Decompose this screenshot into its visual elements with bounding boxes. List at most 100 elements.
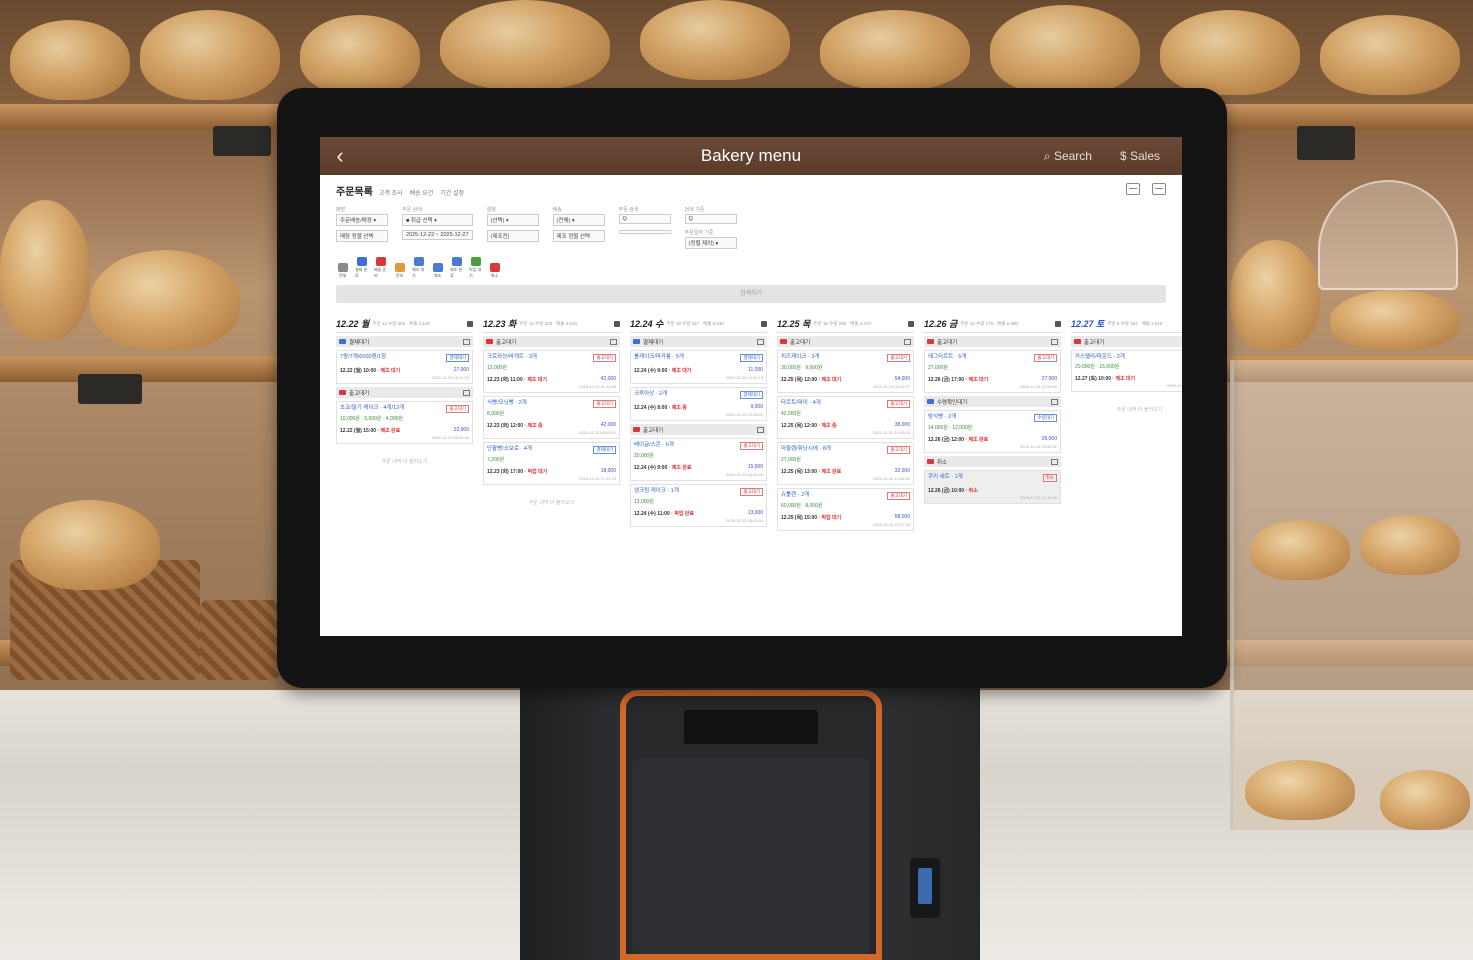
order-status-badge[interactable]: 출고대기 <box>740 488 763 496</box>
order-card[interactable]: 에그타르트 · 6개 출고대기 27,000원 12.26 (금) 17:00 · 제… <box>924 350 1061 393</box>
collapse-icon[interactable] <box>610 338 617 345</box>
order-card[interactable]: 단팥빵/소보로 · 4개 결제대기 7,200원 12.23 (화) 17:00 · … <box>483 442 620 485</box>
filter-select[interactable]: (전체) ▾ <box>552 214 605 226</box>
order-card[interactable]: 크루아상 · 2개 결제대기 12.24 (수) 8:00 · 제조 중 9,000 2… <box>630 387 767 421</box>
status-filter[interactable]: 제조 대기 <box>412 257 425 279</box>
filter-select[interactable]: (선택) ▾ <box>486 214 539 226</box>
print-icon[interactable] <box>761 320 767 327</box>
order-card[interactable]: 치즈케이크 · 3개 출고대기 30,000원 · 9,000원 12.25 (목) … <box>777 350 914 393</box>
day-date: 12.24 수 <box>630 319 664 329</box>
order-card[interactable]: 카스텔라/파운드 · 2개 20,000원 · 15,000원 12.27 (토) … <box>1071 350 1182 393</box>
order-card[interactable]: 생크림 케이크 · 1개 출고대기 13,000원 12.24 (수) 11:00 ·… <box>630 484 767 527</box>
filter-select[interactable]: 제조 정렬 선택 <box>552 230 605 242</box>
order-status-badge[interactable]: 출고대기 <box>887 354 910 362</box>
subtab[interactable]: 고객 조사 <box>379 188 403 197</box>
layout-icon[interactable] <box>1152 183 1166 195</box>
filter-select[interactable]: ■ 취급 선택 ▾ <box>402 214 473 226</box>
filter-select[interactable]: Q <box>684 214 737 224</box>
order-amount: 42,000 <box>600 422 616 428</box>
status-group-header[interactable]: 결제대기 <box>336 336 473 347</box>
order-status-badge[interactable]: 출고대기 <box>593 354 616 362</box>
order-status-badge[interactable]: 출고대기 <box>740 442 763 450</box>
status-filter[interactable]: 전체 <box>336 263 349 279</box>
order-card[interactable]: 식빵/모닝빵 · 2개 출고대기 8,000원 12.23 (화) 12:00 · 제… <box>483 396 620 439</box>
collapse-icon[interactable] <box>757 426 764 433</box>
collapse-icon[interactable] <box>757 338 764 345</box>
filter-select[interactable]: (정렬 제외) ▾ <box>684 237 737 249</box>
status-filter[interactable]: 준비 <box>393 263 406 279</box>
order-card[interactable]: 밤식빵 · 2개 수령대기 14,000원 · 12,000원 12.26 (금) 1… <box>924 410 1061 453</box>
back-button[interactable]: ‹ <box>320 143 360 169</box>
subtab[interactable]: 배송 요건 <box>410 188 434 197</box>
order-card[interactable]: 마들렌/휘낭시에 · 8개 출고대기 27,000원 12.25 (목) 13:00 … <box>777 442 914 485</box>
search-strip[interactable]: 검색하기 <box>336 285 1166 303</box>
status-group-header[interactable]: 수령확인대기 <box>924 396 1061 407</box>
status-filter[interactable]: 제조 <box>431 263 444 279</box>
filter-select[interactable]: 주문배송/매장 ▾ <box>336 214 388 226</box>
collapse-icon[interactable] <box>904 338 911 345</box>
filter-select[interactable] <box>618 230 671 234</box>
status-group-header[interactable]: 출고대기 <box>630 424 767 435</box>
status-filter[interactable]: 배송 준비 <box>374 257 387 279</box>
order-card[interactable]: 타르트/파이 · 4개 출고대기 42,000원 12.25 (목) 12:00 · … <box>777 396 914 439</box>
order-card[interactable]: 슈톨렌 · 2개 출고대기 60,000원 · 8,000원 12.25 (목) 15… <box>777 488 914 531</box>
order-status-badge[interactable]: 수령대기 <box>1034 414 1057 422</box>
order-card[interactable]: 롤케이크/마카롱 · 5개 결제대기 12.24 (수) 9:00 · 제조 대기 1… <box>630 350 767 384</box>
load-more-link[interactable]: 주문 내역 더 불러오기 <box>483 499 620 506</box>
status-group-header[interactable]: 출고대기 <box>1071 336 1182 347</box>
collapse-icon[interactable] <box>463 338 470 345</box>
status-color-icon <box>486 339 493 344</box>
status-filter[interactable]: 결제 완료 <box>355 257 368 279</box>
filter-select[interactable]: 매장 정렬 선택 <box>336 230 388 242</box>
order-card[interactable]: 크로와상/바게트 · 3개 출고대기 12,000원 12.23 (화) 11:00 … <box>483 350 620 393</box>
subtab[interactable]: 기간 설정 <box>440 188 464 197</box>
order-status-badge[interactable]: 출고대기 <box>887 446 910 454</box>
load-more-link[interactable]: 주문 내역 더 불러오기 <box>336 458 473 465</box>
collapse-icon[interactable] <box>1051 458 1058 465</box>
order-status-badge[interactable]: 결제대기 <box>593 446 616 454</box>
status-group-header[interactable]: 출고대기 <box>483 336 620 347</box>
order-status-badge[interactable]: 결제대기 <box>740 391 763 399</box>
status-group-header[interactable]: 취소 <box>924 456 1061 467</box>
status-group-header[interactable]: 출고대기 <box>777 336 914 347</box>
print-icon[interactable] <box>467 320 473 327</box>
day-header: 12.27 토 주문 9 수량 164 · 매출 2,610 <box>1071 317 1182 333</box>
order-time-row: 12.26 (금) 10:00 · 취소 <box>928 487 1057 494</box>
order-card[interactable]: 쿠키 세트 · 1개 취소 12.26 (금) 10:00 · 취소 2025-12-… <box>924 470 1061 504</box>
order-card[interactable]: 초코/딸기 케이크 · 4개/12개 출고대기 10,000원 · 5,000원 ·… <box>336 401 473 444</box>
load-more-link[interactable]: 주문 내역 더 불러오기 <box>1071 406 1182 413</box>
print-icon[interactable] <box>614 320 620 327</box>
print-icon[interactable] <box>1055 320 1061 327</box>
status-group-header[interactable]: 출고대기 <box>336 387 473 398</box>
order-card[interactable]: 베이글/스콘 · 6개 출고대기 20,000원 12.24 (수) 9:00 · 제… <box>630 438 767 481</box>
status-filter[interactable]: 제조 완료 <box>450 257 463 279</box>
order-status-badge[interactable]: 출고대기 <box>887 400 910 408</box>
pastry <box>1360 515 1460 575</box>
order-status-badge[interactable]: 출고대기 <box>446 405 469 413</box>
status-group-header[interactable]: 출고대기 <box>924 336 1061 347</box>
filter-select[interactable]: (제조전) <box>486 230 539 242</box>
status-group-header[interactable]: 결제대기 <box>630 336 767 347</box>
order-card-top: 치즈케이크 · 3개 출고대기 <box>781 354 910 362</box>
order-status-badge[interactable]: 결제대기 <box>446 354 469 362</box>
sales-button[interactable]: $ Sales <box>1120 149 1160 164</box>
status-filter[interactable]: 취소 <box>488 263 501 279</box>
order-status-badge[interactable]: 출고대기 <box>593 400 616 408</box>
order-status-badge[interactable]: 출고대기 <box>887 492 910 500</box>
order-card[interactable]: 7종/7개/6000원/1장 결제대기 12.22 (월) 10:00 · 제조 대… <box>336 350 473 384</box>
order-status-badge[interactable]: 취소 <box>1042 474 1057 482</box>
status-color-icon <box>633 339 640 344</box>
collapse-icon[interactable] <box>463 389 470 396</box>
filter-select[interactable]: Q <box>618 214 671 224</box>
order-status-badge[interactable]: 결제대기 <box>740 354 763 362</box>
print-icon[interactable] <box>908 320 914 327</box>
order-status-badge[interactable]: 출고대기 <box>1034 354 1057 362</box>
excel-icon[interactable] <box>1126 183 1140 195</box>
printer-door[interactable] <box>632 758 870 954</box>
filter-select[interactable]: 2025-12-22 ~ 2025-12-27 <box>402 230 473 240</box>
status-filter[interactable]: 픽업 대기 <box>469 257 482 279</box>
collapse-icon[interactable] <box>1051 338 1058 345</box>
collapse-icon[interactable] <box>1051 398 1058 405</box>
filter-label: 검색 기준 <box>684 207 705 213</box>
search-button[interactable]: ⌕ Search <box>1044 149 1092 164</box>
